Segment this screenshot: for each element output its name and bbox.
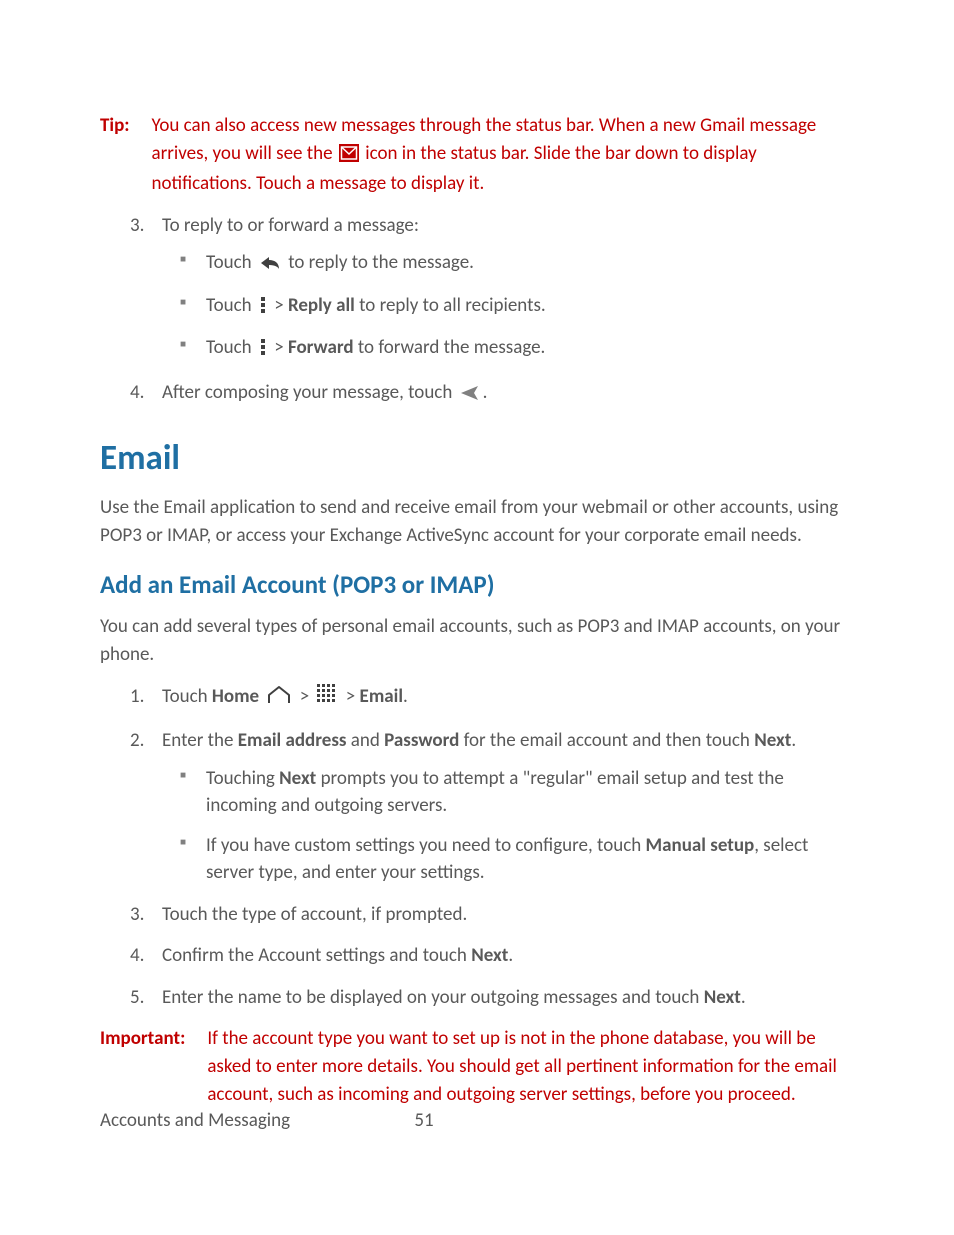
s2b1-a: Touching bbox=[206, 767, 279, 790]
s2b2-manual: Manual setup bbox=[646, 834, 755, 857]
s2-bullet-1: Touching Next prompts you to attempt a "… bbox=[180, 765, 854, 820]
s5-next: Next bbox=[704, 986, 741, 1009]
s1-a: Touch bbox=[162, 685, 212, 708]
s2b1-next: Next bbox=[279, 767, 316, 790]
step-4: After composing your message, touch . bbox=[130, 379, 854, 410]
s2-b: and bbox=[351, 729, 384, 752]
menu-dots-icon bbox=[259, 337, 267, 365]
add-intro: You can add several types of personal em… bbox=[100, 613, 854, 668]
s2-next: Next bbox=[754, 729, 791, 752]
important-body: If the account type you want to set up i… bbox=[207, 1025, 854, 1108]
b3-a: Touch bbox=[206, 336, 256, 359]
add-account-steps: Touch Home > > Email. Ent bbox=[130, 683, 854, 1012]
s1-sep2: > bbox=[346, 685, 360, 708]
menu-dots-icon bbox=[259, 295, 267, 323]
step-4-a: After composing your message, touch bbox=[162, 381, 457, 404]
step-3-bullet-1: Touch to reply to the message. bbox=[180, 249, 854, 280]
heading-email: Email bbox=[100, 433, 854, 484]
s2-c: for the email account and then touch bbox=[464, 729, 755, 752]
footer-section: Accounts and Messaging bbox=[100, 1109, 290, 1132]
s2-email-addr: Email address bbox=[238, 729, 347, 752]
step-3-bullet-2: Touch > Reply all to reply to all recipi… bbox=[180, 292, 854, 323]
b2-a: Touch bbox=[206, 294, 256, 317]
s1-email: Email bbox=[360, 685, 403, 708]
send-icon bbox=[460, 382, 480, 410]
b1-a: Touch bbox=[206, 251, 256, 274]
s2b2-a: If you have custom settings you need to … bbox=[206, 834, 646, 857]
step-4-b: . bbox=[483, 381, 488, 404]
apps-grid-icon bbox=[316, 683, 338, 714]
step-3-text: To reply to or forward a message: bbox=[162, 214, 419, 237]
b2-bold: Reply all bbox=[288, 294, 355, 317]
b2-sep: > bbox=[274, 294, 288, 317]
add-step-4: Confirm the Account settings and touch N… bbox=[130, 942, 854, 970]
b1-b: to reply to the message. bbox=[288, 251, 474, 274]
s5-a: Enter the name to be displayed on your o… bbox=[162, 986, 704, 1009]
home-icon bbox=[266, 685, 292, 714]
tip-body: You can also access new messages through… bbox=[152, 112, 854, 198]
s2-bullet-2: If you have custom settings you need to … bbox=[180, 832, 854, 887]
b3-sep: > bbox=[274, 336, 288, 359]
s1-d: . bbox=[403, 685, 408, 708]
tip-callout: Tip: You can also access new messages th… bbox=[100, 112, 854, 198]
add-step-2: Enter the Email address and Password for… bbox=[130, 727, 854, 887]
s2-d: . bbox=[791, 729, 796, 752]
footer-page-number: 51 bbox=[414, 1107, 433, 1135]
step-3-bullets: Touch to reply to the message. Touch > R… bbox=[180, 249, 854, 365]
s3-text: Touch the type of account, if prompted. bbox=[162, 903, 467, 926]
add-step-5: Enter the name to be displayed on your o… bbox=[130, 984, 854, 1012]
reply-icon bbox=[259, 252, 281, 280]
s4-next: Next bbox=[471, 944, 508, 967]
important-callout: Important: If the account type you want … bbox=[100, 1025, 854, 1108]
add-step-3: Touch the type of account, if prompted. bbox=[130, 901, 854, 929]
b3-bold: Forward bbox=[288, 336, 354, 359]
add-step-1: Touch Home > > Email. bbox=[130, 683, 854, 714]
b3-c: to forward the message. bbox=[358, 336, 545, 359]
tip-label: Tip: bbox=[100, 112, 130, 198]
email-intro: Use the Email application to send and re… bbox=[100, 494, 854, 549]
s1-home: Home bbox=[212, 685, 259, 708]
heading-add-account: Add an Email Account (POP3 or IMAP) bbox=[100, 567, 854, 603]
step-3-bullet-3: Touch > Forward to forward the message. bbox=[180, 334, 854, 365]
s2-password: Password bbox=[384, 729, 459, 752]
b2-c: to reply to all recipients. bbox=[359, 294, 546, 317]
step-3: To reply to or forward a message: Touch … bbox=[130, 212, 854, 365]
reply-steps-list: To reply to or forward a message: Touch … bbox=[130, 212, 854, 410]
page-footer: Accounts and Messaging 51 bbox=[100, 1107, 854, 1135]
s4-b: . bbox=[508, 944, 513, 967]
s2-a: Enter the bbox=[162, 729, 238, 752]
mail-icon bbox=[339, 143, 359, 171]
add-step-2-bullets: Touching Next prompts you to attempt a "… bbox=[180, 765, 854, 887]
s5-b: . bbox=[741, 986, 746, 1009]
s4-a: Confirm the Account settings and touch bbox=[162, 944, 471, 967]
important-label: Important: bbox=[100, 1025, 185, 1108]
s1-sep1: > bbox=[300, 685, 314, 708]
